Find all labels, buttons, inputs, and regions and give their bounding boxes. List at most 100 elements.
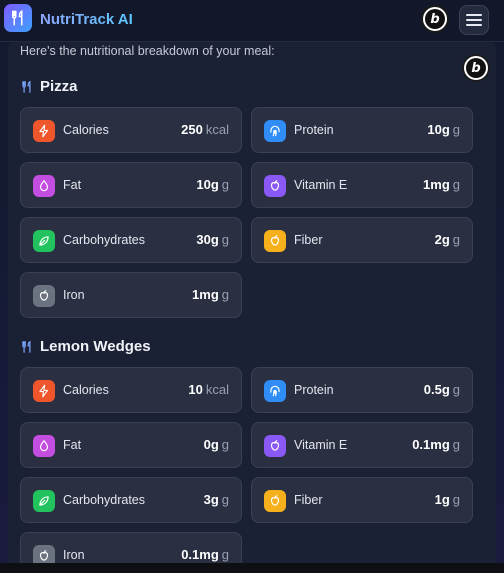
droplet-icon [33,175,55,197]
nutrient-value: 3g g [204,492,229,507]
nutrient-name: Fiber [294,233,323,247]
nutrient-unit: g [452,382,460,397]
nutrient-amount: 10g [427,122,450,137]
nutrient-name: Iron [63,288,85,302]
nutrient-unit: g [452,437,460,452]
nutrient-name: Protein [294,123,334,137]
apple-icon [264,230,286,252]
nutrient-value: 30g g [196,232,229,247]
nutrient-name: Iron [63,548,85,562]
apple-icon [264,490,286,512]
nutrient-value: 1mg g [192,287,229,302]
section-title-text: Pizza [40,78,78,95]
avatar-letter: b [425,9,445,29]
nutrient-unit: g [452,232,460,247]
nutrient-name: Vitamin E [294,438,348,452]
nutrient-value: 250 kcal [181,122,229,137]
nutrient-amount: 2g [434,232,450,247]
fingerprint-icon [264,380,286,402]
nutrient-amount: 1mg [423,177,450,192]
nutrient-unit: g [221,437,229,452]
section-title: Pizza [20,78,78,95]
nutrient-unit: kcal [205,382,229,397]
lightning-icon [33,380,55,402]
section-title-text: Lemon Wedges [40,338,151,355]
nutrient-value: 1mg g [423,177,460,192]
nutrient-amount: 0g [203,437,219,452]
nutrient-amount: 3g [203,492,219,507]
fork-knife-icon [22,80,31,93]
leaf-icon [33,490,55,512]
nutrient-amount: 30g [196,232,219,247]
nutrient-card-carbohydrates: Carbohydrates 30g g [20,217,242,263]
fork-knife-icon [22,340,31,353]
nutrient-value: 0.1mg g [412,437,460,452]
bottom-bar [0,563,504,573]
nutrient-value: 10 kcal [188,382,229,397]
nutrient-name: Carbohydrates [63,233,145,247]
lightning-icon [33,120,55,142]
nutrient-unit: g [221,492,229,507]
nutrient-amount: 0.1mg [412,437,450,452]
nutrient-name: Protein [294,383,334,397]
droplet-icon [33,435,55,457]
nutrient-amount: 1mg [192,287,219,302]
nutrient-card-protein: Protein 0.5g g [251,367,473,413]
nutrient-card-fiber: Fiber 2g g [251,217,473,263]
nutrient-card-protein: Protein 10g g [251,107,473,153]
nutrient-card-fat: Fat 10g g [20,162,242,208]
avatar-letter: b [466,58,486,78]
nutrient-name: Fat [63,178,82,192]
nutrient-card-vitamin-e: Vitamin E 0.1mg g [251,422,473,468]
nutrient-card-vitamin-e: Vitamin E 1mg g [251,162,473,208]
nutrient-unit: g [221,287,229,302]
nutrient-unit: g [452,492,460,507]
nutrient-amount: 0.5g [423,382,450,397]
nutrient-card-iron: Iron 1mg g [20,272,242,318]
nutrient-amount: 1g [434,492,450,507]
assistant-avatar: b [462,54,490,82]
nutrient-value: 10g g [196,177,229,192]
nutrient-card-fiber: Fiber 1g g [251,477,473,523]
nutrient-card-calories: Calories 10 kcal [20,367,242,413]
fork-knife-icon[interactable] [4,4,32,32]
app-title: NutriTrack AI [40,11,133,28]
hamburger-menu-icon [466,14,482,26]
apple-icon [264,435,286,457]
apple-icon [264,175,286,197]
nutrient-unit: g [221,547,229,562]
nutrient-name: Vitamin E [294,178,348,192]
app-header: NutriTrack AI b [0,0,504,42]
nutrient-value: 2g g [435,232,460,247]
nutrient-card-fat: Fat 0g g [20,422,242,468]
intro-text: Here's the nutritional breakdown of your… [20,44,275,58]
nutrient-name: Fat [63,438,82,452]
nutrient-value: 10g g [427,122,460,137]
nutrient-unit: g [221,177,229,192]
nutrient-amount: 250 [181,122,203,137]
chat-content: Here's the nutritional breakdown of your… [8,42,496,573]
avatar[interactable]: b [421,5,449,33]
apple-icon [33,285,55,307]
fingerprint-icon [264,120,286,142]
nutrient-amount: 10 [188,382,203,397]
nutrient-unit: g [221,232,229,247]
nutrient-value: 1g g [435,492,460,507]
nutrient-value: 0g g [204,437,229,452]
leaf-icon [33,230,55,252]
nutrient-amount: 0.1mg [181,547,219,562]
nutrient-name: Carbohydrates [63,493,145,507]
nutrient-card-calories: Calories 250 kcal [20,107,242,153]
section-title: Lemon Wedges [20,338,151,355]
nutrient-name: Fiber [294,493,323,507]
nutrient-name: Calories [63,383,109,397]
nutrient-card-carbohydrates: Carbohydrates 3g g [20,477,242,523]
menu-button[interactable] [459,5,489,35]
nutrient-unit: g [452,122,460,137]
nutrient-value: 0.1mg g [181,547,229,562]
nutrient-unit: kcal [205,122,229,137]
nutrient-name: Calories [63,123,109,137]
nutrient-value: 0.5g g [424,382,460,397]
nutrient-unit: g [452,177,460,192]
nutrient-amount: 10g [196,177,219,192]
